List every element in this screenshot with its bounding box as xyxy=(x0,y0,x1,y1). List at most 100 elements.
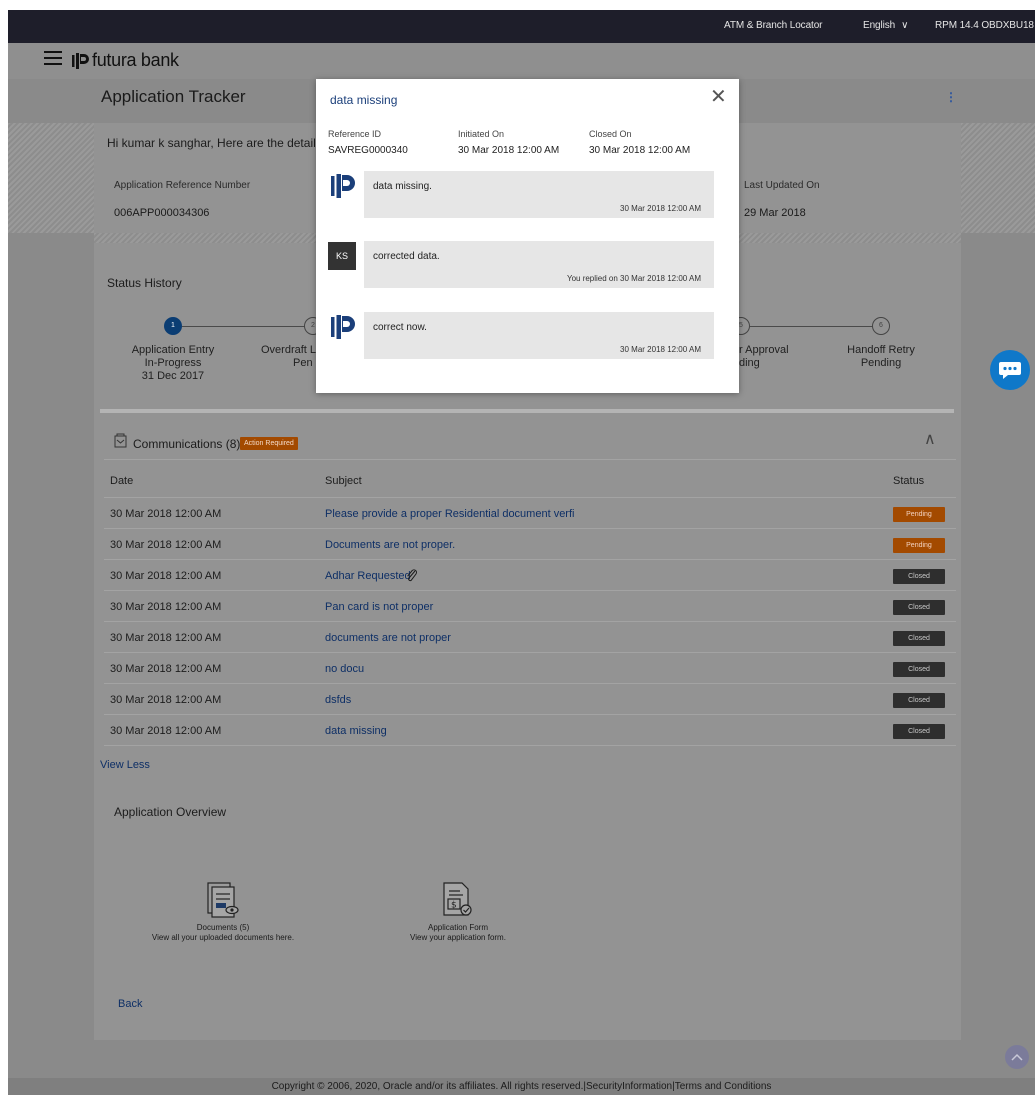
row-subject-link[interactable]: Documents are not proper. xyxy=(325,539,455,551)
message-text: data missing. xyxy=(373,181,432,192)
step-status: Pending xyxy=(860,357,902,369)
table-row-divider xyxy=(104,652,956,653)
status-badge: Closed xyxy=(893,631,945,646)
chat-bubble-icon xyxy=(999,362,1021,379)
message-time: 30 Mar 2018 12:00 AM xyxy=(620,204,701,213)
column-header-status: Status xyxy=(893,475,925,487)
column-header-date: Date xyxy=(110,475,134,487)
message-bubble: corrected data. You replied on 30 Mar 20… xyxy=(364,241,714,288)
step-label: Application Entry xyxy=(131,344,215,356)
action-required-badge: Action Required xyxy=(240,437,298,450)
row-date: 30 Mar 2018 12:00 AM xyxy=(110,694,222,706)
back-link[interactable]: Back xyxy=(118,998,142,1010)
closed-on-label: Closed On xyxy=(589,129,632,139)
step-item: Application Entry In-Progress 31 Dec 201… xyxy=(116,344,230,383)
header: futura bank xyxy=(8,43,1035,79)
row-date: 30 Mar 2018 12:00 AM xyxy=(110,725,222,737)
modal-title: data missing xyxy=(330,93,398,107)
user-menu[interactable]: RPM 14.4 OBDXBU18∨ xyxy=(935,20,1035,31)
step-label: r Approval xyxy=(739,344,789,356)
greeting-text: Hi kumar k sanghar, Here are the details… xyxy=(107,136,332,150)
step-status: In-Progress xyxy=(144,357,202,369)
documents-title: Documents (5) xyxy=(196,923,250,932)
language-label: English xyxy=(863,20,896,31)
row-subject-link[interactable]: Adhar Requested xyxy=(325,570,411,582)
step-item: Handoff Retry Pending xyxy=(826,344,936,370)
bank-avatar-icon xyxy=(331,315,355,339)
table-row-divider xyxy=(104,559,956,560)
table-divider xyxy=(104,497,956,498)
user-name: RPM 14.4 OBDXBU18 xyxy=(935,20,1034,31)
message-time: You replied on 30 Mar 2018 12:00 AM xyxy=(566,274,701,283)
bank-avatar-icon xyxy=(331,174,355,198)
status-badge: Pending xyxy=(893,507,945,522)
chevron-up-icon xyxy=(1011,1053,1023,1061)
app-ref-label: Application Reference Number xyxy=(114,180,251,191)
row-date: 30 Mar 2018 12:00 AM xyxy=(110,570,222,582)
step-marker: 1 xyxy=(164,317,182,335)
table-row-divider xyxy=(104,683,956,684)
page-title: Application Tracker xyxy=(101,87,246,106)
row-date: 30 Mar 2018 12:00 AM xyxy=(110,508,222,520)
close-icon[interactable]: ✕ xyxy=(710,87,727,107)
row-subject-link[interactable]: Pan card is not proper xyxy=(325,601,433,613)
chatbot-button[interactable] xyxy=(990,350,1030,390)
step-marker: 6 xyxy=(872,317,890,335)
collapse-chevron-up-icon[interactable]: ∧ xyxy=(924,429,936,449)
atm-branch-locator-link[interactable]: ATM & Branch Locator xyxy=(724,20,823,31)
scroll-to-top-button[interactable] xyxy=(1005,1045,1029,1069)
status-badge: Pending xyxy=(893,538,945,553)
message-bubble: correct now. 30 Mar 2018 12:00 AM xyxy=(364,312,714,359)
table-row-divider xyxy=(104,528,956,529)
status-badge: Closed xyxy=(893,724,945,739)
more-options-icon[interactable]: ⋮ xyxy=(945,90,957,104)
table-row-divider xyxy=(104,621,956,622)
status-badge: Closed xyxy=(893,662,945,677)
futura-logo-icon xyxy=(72,52,89,69)
last-updated-label: Last Updated On xyxy=(744,180,820,191)
background-pattern-right xyxy=(961,123,1035,233)
app-ref-value: 006APP000034306 xyxy=(114,207,210,219)
status-badge: Closed xyxy=(893,600,945,615)
communications-title: Communications (8) xyxy=(133,437,241,451)
table-row-divider xyxy=(104,714,956,715)
step-status: Pen xyxy=(293,357,313,369)
step-date: 31 Dec 2017 xyxy=(141,370,205,382)
application-overview-title: Application Overview xyxy=(114,805,227,819)
reference-id-label: Reference ID xyxy=(328,129,382,139)
initiated-on-value: 30 Mar 2018 12:00 AM xyxy=(458,145,560,156)
application-form-title: Application Form xyxy=(427,923,489,932)
step-status: ding xyxy=(739,357,760,369)
row-subject-link[interactable]: Please provide a proper Residential docu… xyxy=(325,508,574,520)
row-subject-link[interactable]: data missing xyxy=(325,725,387,737)
language-selector[interactable]: English ∨ xyxy=(863,20,908,31)
row-subject-link[interactable]: dsfds xyxy=(325,694,351,706)
section-divider xyxy=(100,409,954,413)
step-connector xyxy=(750,326,876,327)
application-form-description: View your application form. xyxy=(410,933,506,942)
row-subject-link[interactable]: documents are not proper xyxy=(325,632,451,644)
background-pattern-left xyxy=(8,123,94,233)
row-subject-link[interactable]: no docu xyxy=(325,663,364,675)
user-avatar: KS xyxy=(328,242,356,270)
last-updated-value: 29 Mar 2018 xyxy=(744,207,806,219)
brand-logo[interactable]: futura bank xyxy=(71,50,179,71)
application-form-tile[interactable]: $ Application Form View your application… xyxy=(378,881,538,951)
step-label: Overdraft L xyxy=(261,344,317,356)
chevron-down-icon: ∨ xyxy=(901,20,909,31)
row-date: 30 Mar 2018 12:00 AM xyxy=(110,601,222,613)
hamburger-menu-icon[interactable] xyxy=(44,51,62,67)
step-connector xyxy=(182,326,308,327)
table-divider xyxy=(104,459,956,460)
view-less-link[interactable]: View Less xyxy=(100,759,150,771)
documents-tile[interactable]: Documents (5) View all your uploaded doc… xyxy=(138,881,308,951)
closed-on-value: 30 Mar 2018 12:00 AM xyxy=(589,145,691,156)
communication-detail-modal: data missing ✕ Reference ID SAVREG000034… xyxy=(316,79,739,393)
envelope-icon xyxy=(114,433,127,448)
row-date: 30 Mar 2018 12:00 AM xyxy=(110,632,222,644)
documents-icon xyxy=(207,882,239,918)
table-row-divider xyxy=(104,590,956,591)
initiated-on-label: Initiated On xyxy=(458,129,505,139)
footer: Copyright © 2006, 2020, Oracle and/or it… xyxy=(8,1078,1035,1095)
row-date: 30 Mar 2018 12:00 AM xyxy=(110,539,222,551)
